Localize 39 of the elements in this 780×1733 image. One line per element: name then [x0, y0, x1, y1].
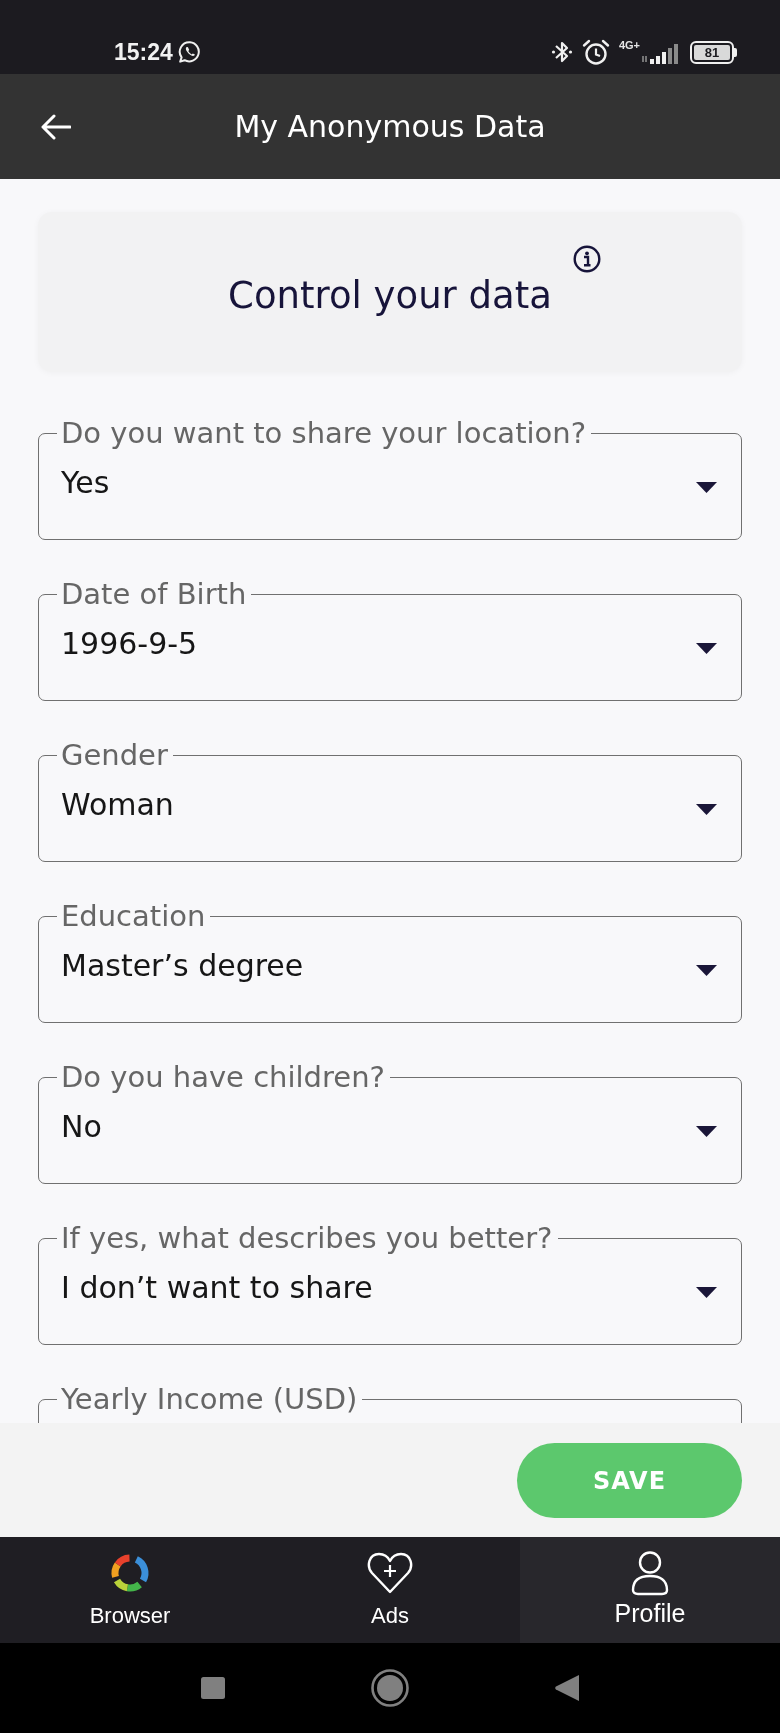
field-label: Do you have children?: [60, 1061, 386, 1093]
info-icon[interactable]: [572, 245, 601, 273]
battery-percent: 81: [694, 44, 730, 60]
status-time: 15:24: [114, 39, 173, 65]
circle-icon: [371, 1669, 409, 1707]
caret-icon: [696, 642, 717, 654]
card-title: Control your data: [228, 273, 552, 319]
chat-bubble-icon: [177, 40, 202, 64]
field-value: 1996-9-5: [61, 625, 198, 663]
nav-tab[interactable]: Profile: [520, 1537, 780, 1643]
back-arrow-icon: [39, 113, 71, 140]
field-label: Date of Birth: [60, 578, 248, 610]
square-icon: [201, 1677, 225, 1699]
field-value: Master’s degree: [61, 947, 304, 985]
field-value: I don’t want to share: [61, 1269, 373, 1307]
back-nav-button[interactable]: [555, 1675, 579, 1701]
field-label: Yearly Income (USD): [60, 1383, 359, 1415]
field-label: Education: [60, 900, 207, 932]
alarm-clock-icon: [581, 38, 610, 66]
field-label: Gender: [60, 739, 169, 771]
home-button[interactable]: [371, 1669, 409, 1707]
caret-icon: [696, 964, 717, 976]
field-label: Do you want to share your location?: [60, 417, 588, 449]
field-value: No: [61, 1108, 102, 1146]
caret-icon: [696, 1286, 717, 1298]
field-value: Yes: [61, 464, 110, 502]
nav-tab[interactable]: Ads: [260, 1537, 520, 1643]
triangle-icon: [555, 1675, 579, 1701]
field-value: Woman: [61, 786, 174, 824]
caret-icon: [696, 481, 717, 493]
field-label: If yes, what describes you better?: [60, 1222, 554, 1254]
screen-title: My Anonymous Data: [233, 107, 547, 146]
bluetooth-icon: [550, 39, 573, 65]
signal-bars-icon: [641, 43, 681, 65]
caret-icon: [696, 1125, 717, 1137]
caret-icon: [696, 803, 717, 815]
heart-plus-icon: [366, 1550, 414, 1596]
nav-tab[interactable]: Browser: [0, 1537, 260, 1643]
network-type: 4G+: [618, 39, 640, 51]
